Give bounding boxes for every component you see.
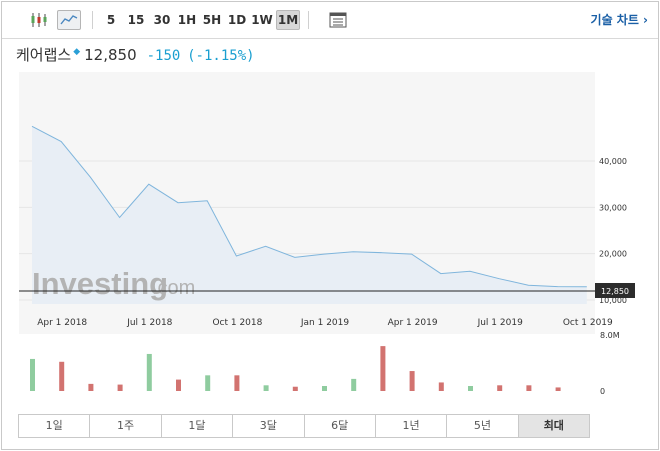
- x-tick-label: Oct 1 2019: [563, 318, 613, 328]
- volume-bar: [380, 346, 386, 391]
- y-tick-label: 30,000: [599, 203, 627, 212]
- volume-bar: [526, 385, 532, 391]
- volume-area: [19, 338, 595, 396]
- volume-bar: [146, 353, 152, 391]
- x-tick-label: Jul 1 2018: [126, 318, 172, 328]
- volume-bar: [30, 358, 35, 391]
- x-tick-label: Oct 1 2018: [212, 318, 262, 328]
- x-tick-label: Apr 1 2019: [388, 318, 438, 328]
- volume-bar: [205, 375, 211, 391]
- range-1-day[interactable]: 1일: [19, 415, 91, 437]
- y-tick-label: 40,000: [599, 157, 627, 166]
- x-tick-label: Jan 1 2019: [300, 318, 349, 328]
- watermark-brand: Investing: [32, 266, 168, 301]
- chart-widget: 5 15 30 1H 5H 1D 1W 1M 기술 차트 › 케어랩스 ◆ 12,8…: [1, 1, 659, 450]
- volume-bar: [117, 384, 123, 391]
- volume-bar: [59, 361, 65, 391]
- volume-bar: [176, 379, 181, 391]
- volume-bar: [351, 378, 357, 391]
- price-chart: Investing .com 40,00030,00020,00010,000 …: [19, 72, 635, 396]
- range-5-years[interactable]: 5년: [447, 415, 519, 437]
- volume-bar: [555, 387, 561, 391]
- volume-bar: [88, 383, 94, 391]
- last-price-tag-label: 12,850: [601, 287, 629, 296]
- volume-bar: [263, 385, 269, 391]
- range-3-months[interactable]: 3달: [233, 415, 305, 437]
- range-1-year[interactable]: 1년: [375, 415, 448, 437]
- range-1-month[interactable]: 1달: [161, 415, 234, 437]
- range-selector: 1일 1주 1달 3달 6달 1년 5년 최대: [18, 414, 590, 438]
- range-1-week[interactable]: 1주: [90, 415, 162, 437]
- volume-bar: [438, 382, 444, 391]
- y-axis: 40,00030,00020,00010,000: [599, 157, 627, 305]
- volume-bar: [497, 385, 503, 391]
- range-6-months[interactable]: 6달: [304, 415, 376, 437]
- range-max[interactable]: 최대: [518, 415, 589, 437]
- y-tick-label: 20,000: [599, 250, 627, 259]
- volume-max-label: 8.0M: [600, 331, 620, 340]
- volume-bar: [292, 386, 298, 391]
- x-tick-label: Apr 1 2018: [37, 318, 87, 328]
- volume-zero-label: 0: [600, 387, 605, 396]
- volume-bar: [234, 375, 240, 391]
- watermark-suffix: .com: [152, 277, 195, 299]
- x-tick-label: Jul 1 2019: [477, 318, 523, 328]
- volume-bar: [322, 386, 327, 391]
- volume-bar: [468, 386, 473, 391]
- volume-bar: [409, 371, 415, 391]
